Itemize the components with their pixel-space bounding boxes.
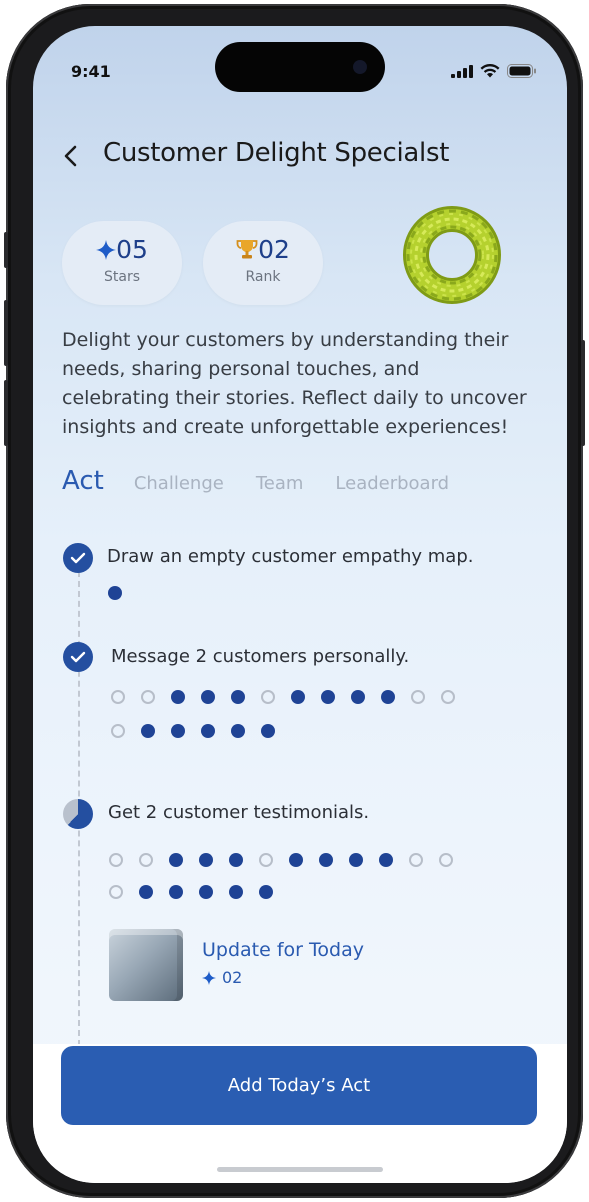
progress-dot-filled [141,724,155,738]
rank-pill: 02 Rank [203,221,323,305]
volume-down-button [4,380,8,446]
progress-dot-filled [169,853,183,867]
progress-dot-filled [349,853,363,867]
progress-dot-filled [229,853,243,867]
progress-dot-filled [171,724,185,738]
task-3-progress-pie-icon [63,799,93,829]
stars-pill: 05 Stars [62,221,182,305]
progress-dot-empty [409,853,423,867]
status-icons [451,64,537,78]
task-2-progress-row-1 [111,690,471,704]
progress-dot-filled [201,724,215,738]
progress-dot-filled [261,724,275,738]
back-chevron-icon[interactable] [61,143,83,169]
progress-dot-empty [111,690,125,704]
task-1-check-icon [63,543,93,573]
task-3-progress-row-2 [109,885,289,899]
task-3-title[interactable]: Get 2 customer testimonials. [108,802,369,823]
progress-dot-empty [109,853,123,867]
progress-dot-empty [111,724,125,738]
progress-dot-filled [169,885,183,899]
rank-value-row: 02 [203,235,323,264]
task-1-progress-row-1 [108,586,138,600]
tab-challenge[interactable]: Challenge [134,473,224,494]
progress-dot-filled [199,853,213,867]
rank-value: 02 [258,235,290,264]
task-3-progress-row-1 [109,853,469,867]
progress-dot-empty [109,885,123,899]
task-1-title[interactable]: Draw an empty customer empathy map. [107,546,473,567]
progress-dot-empty [439,853,453,867]
sparkle-icon [202,970,216,985]
trophy-icon [236,240,258,259]
progress-dot-filled [259,885,273,899]
action-button [4,232,8,268]
task-2-title[interactable]: Message 2 customers personally. [111,646,409,667]
update-count-row: 02 [202,968,242,987]
cube-thumbnail [109,929,183,1001]
stars-value-row: 05 [62,235,182,264]
progress-dot-filled [171,690,185,704]
progress-dot-filled [319,853,333,867]
progress-dot-filled [321,690,335,704]
update-title[interactable]: Update for Today [202,939,364,961]
progress-dot-empty [259,853,273,867]
rank-label: Rank [245,269,281,285]
battery-icon [507,64,536,78]
progress-dot-filled [379,853,393,867]
progress-dot-filled [289,853,303,867]
progress-dot-filled [291,690,305,704]
page-title: Customer Delight Specialst [103,138,450,168]
wifi-icon [480,64,500,78]
progress-dot-filled [231,690,245,704]
description: Delight your customers by understanding … [62,329,527,438]
progress-dot-filled [139,885,153,899]
progress-dot-empty [411,690,425,704]
tab-leaderboard[interactable]: Leaderboard [335,473,449,494]
progress-dot-filled [231,724,245,738]
progress-dot-empty [139,853,153,867]
signal-icon [451,64,473,78]
add-todays-act-button[interactable]: Add Today’s Act [61,1046,537,1125]
task-2-progress-row-2 [111,724,291,738]
update-count: 02 [222,968,243,987]
progress-dot-filled [108,586,122,600]
home-indicator [217,1167,383,1172]
power-button [581,340,585,446]
tab-bar: Act Challenge Team Leaderboard [62,466,481,496]
dynamic-island [215,42,385,92]
progress-dot-filled [201,690,215,704]
volume-up-button [4,300,8,366]
task-2-check-icon [63,642,93,672]
tab-team[interactable]: Team [256,473,304,494]
woven-torus-illustration [403,206,501,304]
stars-label: Stars [103,269,140,285]
progress-dot-filled [381,690,395,704]
screen: 9:41 Customer Delight Specialst 05 Stars… [33,26,567,1183]
progress-dot-filled [351,690,365,704]
status-time: 9:41 [71,62,111,81]
progress-dot-empty [441,690,455,704]
phone-frame: 9:41 Customer Delight Specialst 05 Stars… [4,4,585,1198]
tab-act[interactable]: Act [62,466,104,496]
progress-dot-filled [229,885,243,899]
progress-dot-empty [261,690,275,704]
stars-value: 05 [116,235,148,264]
progress-dot-empty [141,690,155,704]
sparkle-icon [96,240,117,260]
progress-dot-filled [199,885,213,899]
